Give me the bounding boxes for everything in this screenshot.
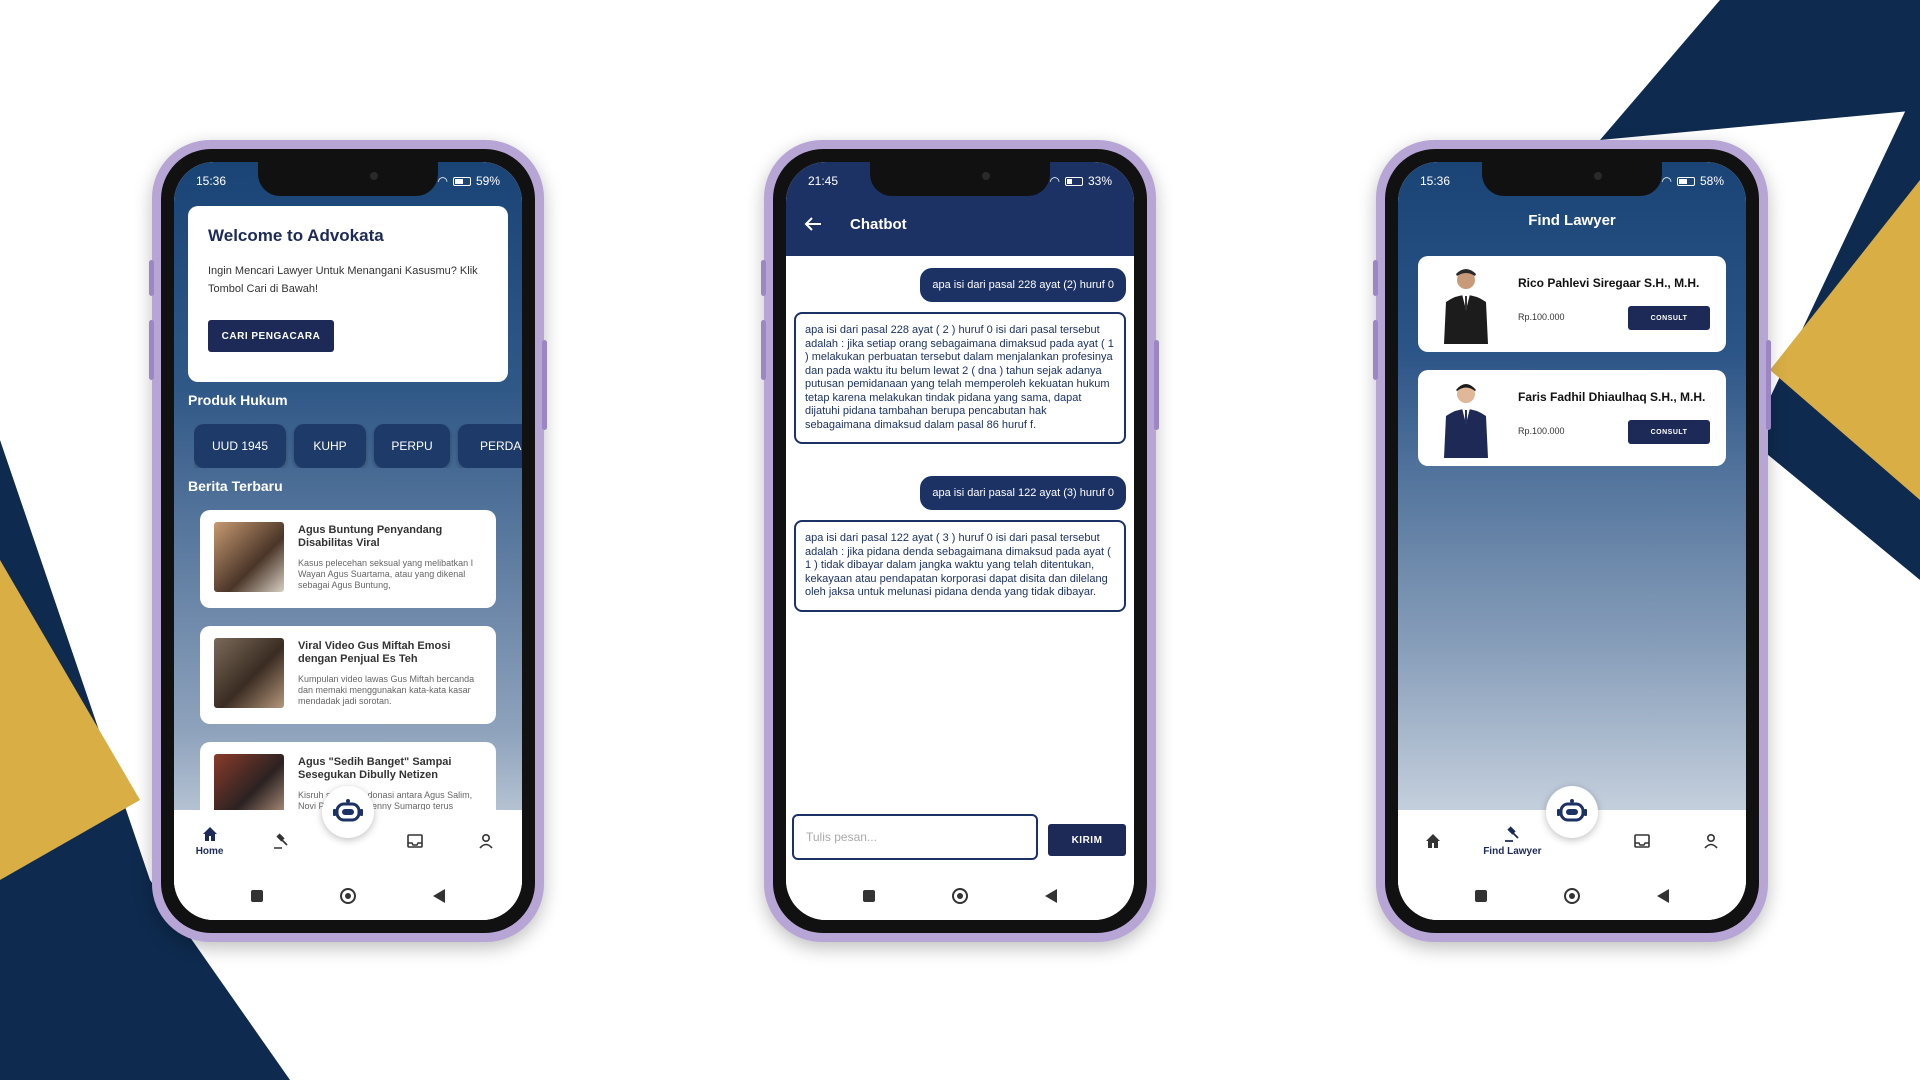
- tab-inbox[interactable]: [1612, 832, 1672, 850]
- chip-perpu[interactable]: PERPU: [374, 424, 450, 468]
- battery-icon: [452, 176, 471, 186]
- chatbot-fab[interactable]: [1546, 786, 1598, 838]
- produk-hukum-chips: UUD 1945 KUHP PERPU PERDA: [194, 424, 522, 468]
- tab-profile[interactable]: [1681, 832, 1741, 850]
- chatbot-fab[interactable]: [322, 786, 374, 838]
- lawyer-photo: [1444, 269, 1488, 344]
- page-title: Find Lawyer: [1528, 212, 1616, 229]
- tab-home[interactable]: Home: [180, 825, 240, 857]
- battery-icon: [1064, 176, 1083, 186]
- back-triangle-icon[interactable]: [1657, 889, 1669, 903]
- phone-chatbot: Chatbot 21:45 ◠ 33% apa isi dari pasal 22…: [761, 140, 1159, 942]
- tab-find-lawyer[interactable]: Find Lawyer: [1472, 825, 1552, 857]
- gavel-icon: [1505, 826, 1520, 842]
- phone-home: 15:36 ◠ 59% Welcome to Advokata Ingin Men…: [149, 140, 547, 942]
- inbox-icon: [1633, 834, 1650, 848]
- message-input[interactable]: Tulis pesan...: [792, 814, 1038, 860]
- status-time: 21:45: [808, 174, 839, 188]
- lawyer-screen: 15:36 ◠ 58% Find Lawyer Rico Pahlevi Sire…: [1398, 162, 1746, 920]
- wifi-icon: ◠: [1661, 174, 1672, 188]
- bot-message: apa isi dari pasal 122 ayat ( 3 ) huruf …: [794, 520, 1126, 612]
- berita-title: Berita Terbaru: [188, 478, 283, 494]
- user-message: apa isi dari pasal 228 ayat (2) huruf 0: [920, 268, 1126, 302]
- consult-button[interactable]: CONSULT: [1628, 420, 1710, 444]
- lawyer-name: Faris Fadhil Dhiaulhaq S.H., M.H.: [1518, 390, 1706, 404]
- news-summary: Kasus pelecehan seksual yang melibatkan …: [298, 558, 474, 590]
- wifi-icon: ◠: [1049, 174, 1060, 188]
- chip-perda[interactable]: PERDA: [458, 424, 522, 468]
- chat-screen: Chatbot 21:45 ◠ 33% apa isi dari pasal 22…: [786, 162, 1134, 920]
- home-icon: [202, 827, 217, 841]
- battery-icon: [1676, 176, 1695, 186]
- tab-home-label: Home: [195, 846, 224, 857]
- recent-apps-icon[interactable]: [251, 890, 263, 902]
- user-icon: [479, 833, 493, 849]
- system-nav-bar: [1398, 872, 1746, 920]
- battery-level: 59%: [475, 174, 500, 188]
- lawyer-card[interactable]: Rico Pahlevi Siregaar S.H., M.H. Rp.100.…: [1418, 256, 1726, 352]
- robot-icon: [1557, 799, 1587, 822]
- consult-button[interactable]: CONSULT: [1628, 306, 1710, 330]
- home-circle-icon[interactable]: [1564, 888, 1580, 904]
- news-item[interactable]: Agus Buntung Penyandang Disabilitas Vira…: [200, 510, 496, 608]
- recent-apps-icon[interactable]: [863, 890, 875, 902]
- welcome-text: Ingin Mencari Lawyer Untuk Menangani Kas…: [208, 265, 478, 295]
- news-title: Agus Buntung Penyandang Disabilitas Vira…: [298, 524, 443, 549]
- user-icon: [1704, 833, 1718, 849]
- robot-icon: [333, 799, 363, 822]
- news-title: Agus "Sedih Banget" Sampai Sesegukan Dib…: [298, 756, 452, 781]
- produk-hukum-title: Produk Hukum: [188, 392, 288, 408]
- lawyer-photo: [1444, 384, 1488, 458]
- home-screen: 15:36 ◠ 59% Welcome to Advokata Ingin Men…: [174, 162, 522, 920]
- battery-level: 58%: [1699, 174, 1724, 188]
- tab-find-lawyer-label: Find Lawyer: [1483, 846, 1542, 857]
- news-thumbnail: [214, 522, 284, 592]
- lawyer-price: Rp.100.000: [1518, 312, 1565, 322]
- find-lawyer-button[interactable]: CARI PENGACARA: [208, 320, 334, 352]
- tab-find-lawyer[interactable]: [251, 832, 311, 850]
- welcome-title: Welcome to Advokata: [208, 226, 384, 245]
- chat-title: Chatbot: [850, 216, 907, 233]
- news-thumbnail: [214, 638, 284, 708]
- bot-message: apa isi dari pasal 228 ayat ( 2 ) huruf …: [794, 312, 1126, 444]
- user-message: apa isi dari pasal 122 ayat (3) huruf 0: [920, 476, 1126, 510]
- chip-kuhp[interactable]: KUHP: [294, 424, 366, 468]
- tab-profile[interactable]: [456, 832, 516, 850]
- status-time: 15:36: [1420, 174, 1451, 188]
- tab-home[interactable]: [1403, 832, 1463, 850]
- news-summary: Kumpulan video lawas Gus Miftah bercanda…: [298, 674, 475, 706]
- wifi-icon: ◠: [437, 174, 448, 188]
- lawyer-price: Rp.100.000: [1518, 426, 1565, 436]
- back-arrow-icon[interactable]: [804, 216, 822, 232]
- home-circle-icon[interactable]: [340, 888, 356, 904]
- news-title: Viral Video Gus Miftah Emosi dengan Penj…: [298, 640, 451, 665]
- recent-apps-icon[interactable]: [1475, 890, 1487, 902]
- home-circle-icon[interactable]: [952, 888, 968, 904]
- tab-inbox[interactable]: [385, 832, 445, 850]
- battery-level: 33%: [1087, 174, 1112, 188]
- news-item[interactable]: Viral Video Gus Miftah Emosi dengan Penj…: [200, 626, 496, 724]
- inbox-icon: [407, 834, 423, 848]
- status-time: 15:36: [196, 174, 227, 188]
- gavel-icon: [273, 833, 288, 849]
- phone-find-lawyer: 15:36 ◠ 58% Find Lawyer Rico Pahlevi Sire…: [1373, 140, 1771, 942]
- back-triangle-icon[interactable]: [433, 889, 445, 903]
- system-nav-bar: [174, 872, 522, 920]
- system-nav-bar: [786, 872, 1134, 920]
- home-icon: [1425, 834, 1440, 848]
- welcome-card: Welcome to Advokata Ingin Mencari Lawyer…: [188, 206, 508, 382]
- back-triangle-icon[interactable]: [1045, 889, 1057, 903]
- send-button[interactable]: KIRIM: [1048, 824, 1126, 856]
- chip-uud[interactable]: UUD 1945: [194, 424, 286, 468]
- lawyer-card[interactable]: Faris Fadhil Dhiaulhaq S.H., M.H. Rp.100…: [1418, 370, 1726, 466]
- lawyer-name: Rico Pahlevi Siregaar S.H., M.H.: [1518, 276, 1700, 290]
